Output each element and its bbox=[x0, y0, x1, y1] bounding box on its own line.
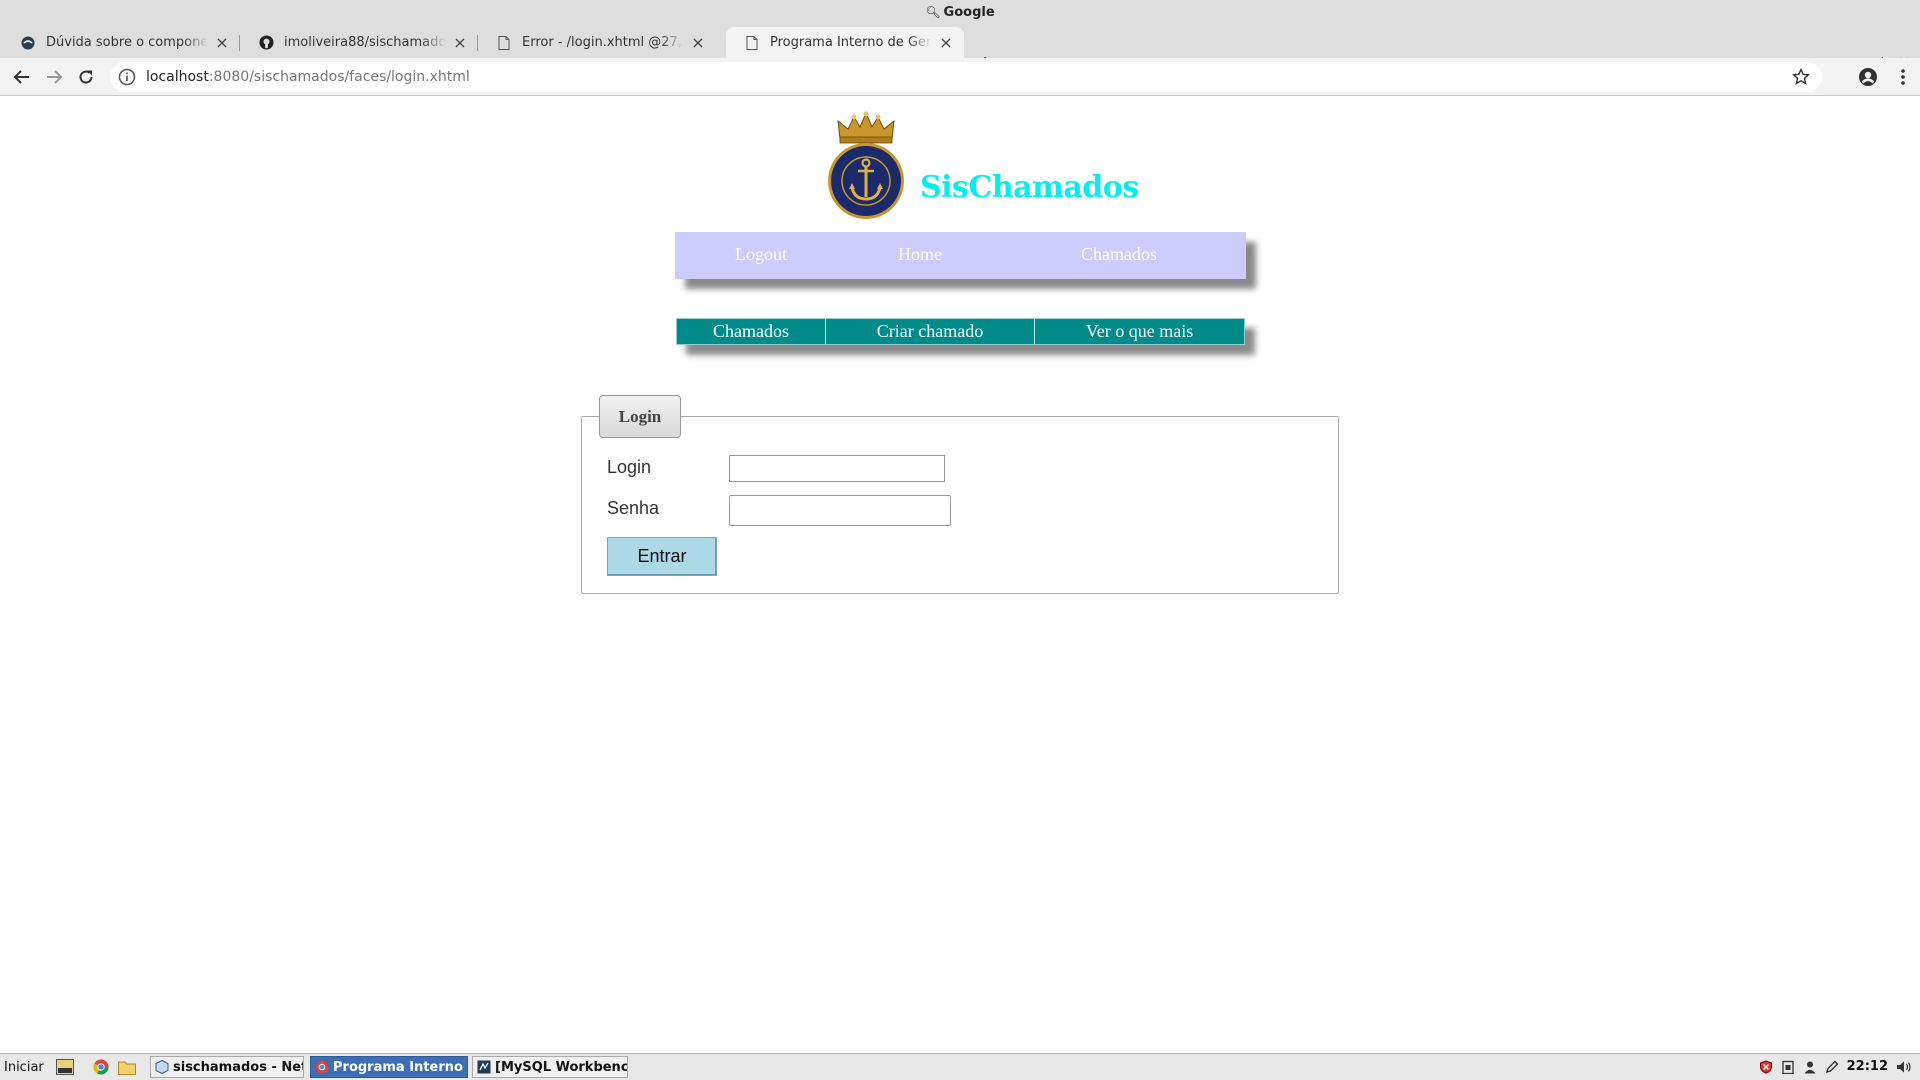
close-icon[interactable]: × bbox=[690, 33, 706, 52]
window-title: Google bbox=[943, 4, 995, 20]
os-taskbar: Iniciar sischamados - Net... Programa In… bbox=[0, 1053, 1920, 1080]
entrar-button[interactable]: Entrar bbox=[607, 537, 717, 576]
tab-label: imoliveira88/sischamados bbox=[284, 35, 446, 50]
main-menu: Logout Home Chamados bbox=[675, 232, 1246, 279]
clipboard-icon[interactable] bbox=[1781, 1060, 1795, 1074]
start-button[interactable]: Iniciar bbox=[4, 1060, 44, 1075]
document-icon bbox=[744, 35, 760, 51]
tab-label: Dúvida sobre o componente p: bbox=[46, 35, 208, 50]
github-icon bbox=[258, 35, 274, 51]
arrow-left-icon bbox=[14, 70, 29, 84]
arrow-right-icon bbox=[47, 70, 62, 84]
info-icon[interactable] bbox=[118, 68, 136, 86]
close-icon[interactable]: × bbox=[452, 33, 468, 52]
login-input[interactable] bbox=[729, 455, 945, 482]
password-label: Senha bbox=[607, 498, 660, 518]
tab-label: Programa Interno de Gerenciar bbox=[770, 35, 932, 50]
search-icon: 🔍︎ bbox=[925, 5, 941, 19]
shield-icon[interactable] bbox=[1759, 1059, 1773, 1074]
forum-icon bbox=[20, 35, 36, 51]
mysql-workbench-icon bbox=[477, 1060, 491, 1074]
tab-github[interactable]: imoliveira88/sischamados × bbox=[240, 27, 478, 58]
menu-chamados[interactable]: Chamados bbox=[1081, 244, 1157, 265]
chrome-icon[interactable] bbox=[92, 1059, 110, 1075]
folder-icon[interactable] bbox=[118, 1059, 136, 1075]
volume-icon[interactable] bbox=[1896, 1060, 1912, 1074]
tab-error[interactable]: Error - /login.xhtml @27,55 <ie: × bbox=[478, 27, 716, 58]
tab-strip: Dúvida sobre o componente p: × imoliveir… bbox=[0, 24, 1920, 76]
netbeans-icon bbox=[155, 1060, 169, 1074]
forward-button[interactable] bbox=[38, 61, 70, 93]
pen-icon[interactable] bbox=[1825, 1060, 1839, 1074]
close-icon[interactable]: × bbox=[938, 33, 954, 52]
tab-duvida[interactable]: Dúvida sobre o componente p: × bbox=[2, 27, 240, 58]
login-legend: Login bbox=[599, 395, 681, 438]
bookmark-star-icon[interactable] bbox=[1792, 68, 1810, 86]
task-label: [MySQL Workbench] bbox=[495, 1059, 628, 1075]
system-tray: 22:12 bbox=[1759, 1059, 1912, 1074]
account-icon[interactable] bbox=[1858, 67, 1878, 87]
task-label: sischamados - Net... bbox=[173, 1059, 303, 1075]
menu-kebab-icon[interactable] bbox=[1900, 67, 1906, 87]
url-path: :8080/sischamados/faces/login.xhtml bbox=[208, 69, 470, 85]
window-title-bar: 🔍︎ Google bbox=[0, 0, 1920, 24]
reload-button[interactable] bbox=[70, 61, 102, 93]
task-netbeans[interactable]: sischamados - Net... bbox=[150, 1056, 304, 1078]
menu-home[interactable]: Home bbox=[898, 244, 942, 265]
terminal-icon[interactable] bbox=[56, 1059, 74, 1075]
reload-icon bbox=[79, 70, 93, 84]
task-label: Programa Interno ... bbox=[333, 1059, 468, 1075]
navy-seal-logo bbox=[828, 111, 904, 219]
login-label: Login bbox=[607, 457, 652, 477]
url-host: localhost bbox=[146, 69, 209, 85]
user-icon[interactable] bbox=[1803, 1060, 1817, 1074]
submenu-chamados[interactable]: Chamados bbox=[677, 319, 826, 344]
clock: 22:12 bbox=[1846, 1059, 1888, 1074]
address-bar[interactable]: localhost:8080/sischamados/faces/login.x… bbox=[110, 62, 1822, 92]
close-icon[interactable]: × bbox=[214, 33, 230, 52]
document-icon bbox=[496, 35, 512, 51]
menu-logout[interactable]: Logout bbox=[735, 244, 787, 265]
chrome-icon bbox=[315, 1060, 329, 1074]
browser-toolbar: localhost:8080/sischamados/faces/login.x… bbox=[0, 58, 1920, 96]
task-chrome[interactable]: Programa Interno ... bbox=[310, 1056, 468, 1078]
submenu-criar-chamado[interactable]: Criar chamado bbox=[826, 319, 1035, 344]
web-page: SisChamados Logout Home Chamados Chamado… bbox=[0, 97, 1920, 1053]
tab-label: Error - /login.xhtml @27,55 <ie: bbox=[522, 35, 684, 50]
sub-menu: Chamados Criar chamado Ver o que mais bbox=[676, 318, 1245, 345]
back-button[interactable] bbox=[6, 61, 38, 93]
task-mysql-workbench[interactable]: [MySQL Workbench] bbox=[472, 1056, 628, 1078]
password-input[interactable] bbox=[729, 495, 951, 526]
submenu-ver-o-que-mais[interactable]: Ver o que mais bbox=[1035, 319, 1244, 344]
tab-programa-interno[interactable]: Programa Interno de Gerenciar × bbox=[726, 27, 964, 58]
site-brand: SisChamados bbox=[920, 170, 1139, 205]
